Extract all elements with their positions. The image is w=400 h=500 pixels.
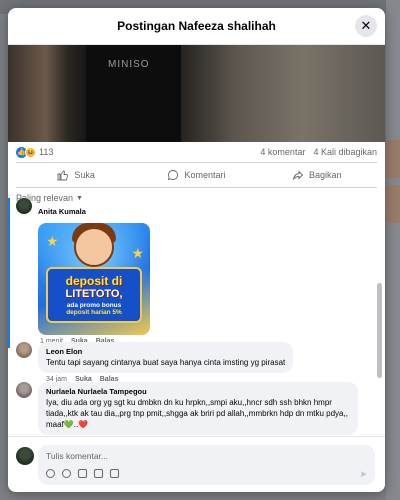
comment-input-placeholder: Tulis komentar... xyxy=(46,451,109,461)
comment-composer: Tulis komentar... ➤ xyxy=(8,436,385,492)
close-button[interactable]: ✕ xyxy=(355,15,377,37)
post-stats: 4 komentar 4 Kali dibagikan xyxy=(260,147,377,157)
emoji-icon[interactable] xyxy=(62,469,71,478)
comments-scrollbar[interactable] xyxy=(377,283,382,378)
background-thumbnail xyxy=(386,185,400,223)
comment-button[interactable]: Komentari xyxy=(136,169,256,181)
commenter-name[interactable]: Leon Elon xyxy=(46,347,285,356)
comment-bubble: Nurlaela Nurlaela Tampegou Iya, diu ada … xyxy=(38,382,358,435)
post-modal: Postingan Nafeeza shalihah ✕ MINISO 👍 😆 … xyxy=(8,8,385,492)
share-icon xyxy=(292,170,304,181)
reactions-summary: 👍 😆 113 4 komentar 4 Kali dibagikan xyxy=(8,142,385,162)
send-icon[interactable]: ➤ xyxy=(359,469,367,480)
camera-icon[interactable] xyxy=(78,469,87,478)
promo-line: LITETOTO, xyxy=(65,287,123,300)
comment-label: Komentari xyxy=(184,170,226,180)
promo-sign: deposit di LITETOTO, ada promo bonus dep… xyxy=(46,267,142,323)
background-thumbnail xyxy=(386,140,400,178)
comment-sticker-image[interactable]: ★ ★ deposit di LITETOTO, ada promo bonus… xyxy=(38,223,150,335)
comment-text: Tentu tapi sayang cintanya buat saya han… xyxy=(46,358,286,367)
sticker-icon[interactable] xyxy=(110,469,119,478)
like-button[interactable]: Suka xyxy=(16,169,136,181)
close-icon: ✕ xyxy=(360,18,372,33)
composer-tools xyxy=(46,469,119,478)
haha-reaction-icon: 😆 xyxy=(25,146,36,158)
comment-bubble: Leon Elon Tentu tapi sayang cintanya bua… xyxy=(38,342,294,373)
comment-icon xyxy=(168,170,179,181)
product-brand-label: MINISO xyxy=(108,59,150,70)
promo-line: deposit harian 5% xyxy=(66,308,122,316)
avatar[interactable] xyxy=(16,342,32,358)
comment-count[interactable]: 4 komentar xyxy=(260,147,305,157)
reaction-icons[interactable]: 👍 😆 xyxy=(16,146,36,158)
commenter-name[interactable]: Anita Kumala xyxy=(38,207,86,216)
share-button[interactable]: Bagikan xyxy=(257,169,377,181)
reply-thread-line xyxy=(8,198,10,348)
promo-line: deposit di xyxy=(65,273,123,288)
star-icon: ★ xyxy=(131,245,144,261)
comment-input[interactable]: Tulis komentar... ➤ xyxy=(38,445,375,485)
user-avatar[interactable] xyxy=(16,447,34,465)
comment-item: Anita Kumala ★ ★ deposit di LITETOTO, ad… xyxy=(16,198,150,345)
share-label: Bagikan xyxy=(309,170,342,180)
promo-line: ada promo bonus xyxy=(66,301,122,309)
avatar-sticker-icon[interactable] xyxy=(46,469,55,478)
background-right-column xyxy=(386,0,400,500)
thumbs-up-icon xyxy=(57,170,69,181)
star-icon: ★ xyxy=(46,233,59,249)
comment-item: Nurlaela Nurlaela Tampegou Iya, diu ada … xyxy=(16,382,358,435)
avatar[interactable] xyxy=(16,198,32,214)
like-label: Suka xyxy=(74,170,95,180)
comment-item: Leon Elon Tentu tapi sayang cintanya bua… xyxy=(16,342,294,383)
gif-icon[interactable] xyxy=(94,469,103,478)
modal-header: Postingan Nafeeza shalihah ✕ xyxy=(8,8,385,45)
comment-text: Iya, diu ada org yg sgt ku dmbkn dn ku h… xyxy=(46,398,348,429)
reaction-count[interactable]: 113 xyxy=(39,147,53,157)
avatar[interactable] xyxy=(16,382,32,398)
commenter-name[interactable]: Nurlaela Nurlaela Tampegou xyxy=(46,387,350,396)
post-image[interactable]: MINISO xyxy=(8,45,385,142)
share-count[interactable]: 4 Kali dibagikan xyxy=(313,147,377,157)
post-actions: Suka Komentari Bagikan xyxy=(16,162,377,188)
promo-character xyxy=(74,227,114,267)
modal-title: Postingan Nafeeza shalihah xyxy=(117,19,276,33)
